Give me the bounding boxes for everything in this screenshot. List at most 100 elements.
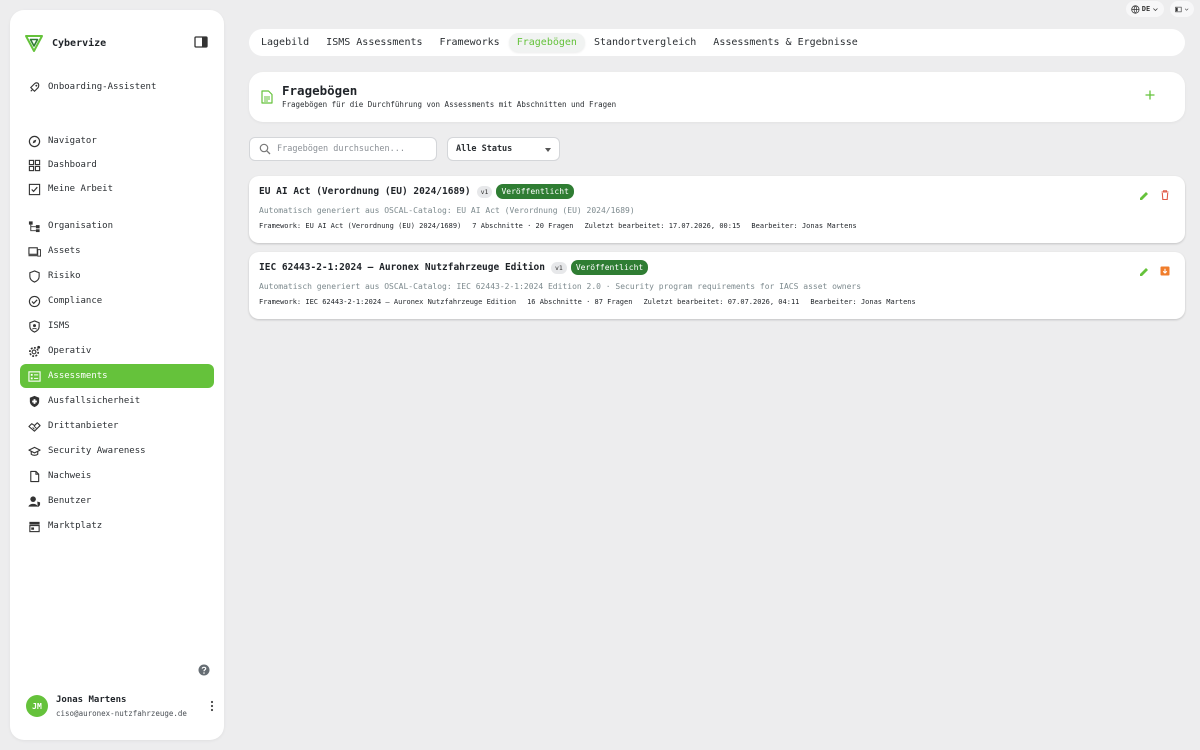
- sidebar-item-label: Risiko: [48, 271, 81, 281]
- language-switcher[interactable]: DE: [1126, 1, 1164, 17]
- add-questionnaire-icon[interactable]: [1143, 88, 1157, 102]
- sidebar-item-onboarding[interactable]: Onboarding-Assistent: [20, 75, 214, 99]
- panel-icon: [1175, 6, 1182, 12]
- chevron-down-icon: [545, 148, 551, 152]
- questionnaire-title: EU AI Act (Verordnung (EU) 2024/1689): [259, 186, 471, 197]
- chevron-down-icon: [1153, 7, 1158, 11]
- sidebar-item-label: Dashboard: [48, 160, 97, 170]
- sidebar: Cybervize Onboarding-Assistent Navigator…: [10, 10, 224, 740]
- chevron-down-icon: [1184, 8, 1189, 11]
- questionnaire-description: Automatisch generiert aus OSCAL-Catalog:…: [259, 206, 635, 215]
- user-profile[interactable]: JM Jonas Martens ciso@auronex-nutzfahrze…: [26, 690, 216, 722]
- page-subtitle: Fragebögen für die Durchführung von Asse…: [282, 100, 617, 109]
- document-icon: [261, 90, 273, 104]
- tab-bar: Lagebild ISMS Assessments Frameworks Fra…: [249, 29, 1185, 56]
- more-vertical-icon[interactable]: [210, 699, 214, 713]
- globe-icon: [1131, 4, 1140, 14]
- questionnaire-meta: Framework: EU AI Act (Verordnung (EU) 20…: [259, 222, 868, 230]
- section-question-count: 16 Abschnitte · 87 Fragen: [527, 298, 633, 306]
- sidebar-item-compliance[interactable]: Compliance: [20, 289, 214, 313]
- user-shield-icon: [28, 495, 41, 507]
- sidebar-item-label: Benutzer: [48, 496, 92, 506]
- sidebar-item-meine-arbeit[interactable]: Meine Arbeit: [20, 177, 214, 201]
- sidebar-item-drittanbieter[interactable]: Drittanbieter: [20, 414, 214, 438]
- shield-filled-icon: [29, 395, 40, 407]
- panel-switcher[interactable]: [1170, 1, 1194, 17]
- questionnaire-description: Automatisch generiert aus OSCAL-Catalog:…: [259, 282, 862, 291]
- sidebar-item-label: Nachweis: [48, 471, 92, 481]
- sidebar-item-label: Organisation: [48, 221, 114, 231]
- questionnaire-meta: Framework: IEC 62443-2-1:2024 — Auronex …: [259, 298, 927, 306]
- last-edited: Zuletzt bearbeitet: 17.07.2026, 00:15: [584, 222, 741, 230]
- sidebar-item-label: Onboarding-Assistent: [48, 82, 157, 92]
- gear-icon: [29, 345, 41, 357]
- user-email: ciso@auronex-nutzfahrzeuge.de: [56, 708, 187, 718]
- questionnaire-title: IEC 62443-2-1:2024 — Auronex Nutzfahrzeu…: [259, 262, 545, 273]
- sidebar-item-label: Navigator: [48, 136, 97, 146]
- tab-assessments-ergebnisse[interactable]: Assessments & Ergebnisse: [705, 33, 866, 52]
- framework-label: Framework: EU AI Act (Verordnung (EU) 20…: [259, 222, 462, 230]
- sidebar-item-benutzer[interactable]: Benutzer: [20, 489, 214, 513]
- status-badge: Veröffentlicht: [496, 184, 574, 199]
- sidebar-item-label: ISMS: [48, 321, 70, 331]
- shield-outline-icon: [29, 269, 40, 283]
- edit-icon[interactable]: [1138, 266, 1150, 278]
- page-header: Fragebögen Fragebögen für die Durchführu…: [249, 72, 1185, 122]
- grid-icon: [28, 159, 41, 171]
- sidebar-item-marktplatz[interactable]: Marktplatz: [20, 514, 214, 538]
- status-badge: Veröffentlicht: [570, 260, 649, 275]
- sidebar-item-navigator[interactable]: Navigator: [20, 129, 214, 153]
- tab-standortvergleich[interactable]: Standortvergleich: [586, 33, 704, 52]
- sidebar-item-label: Compliance: [48, 296, 103, 306]
- editor: Bearbeiter: Jonas Martens: [810, 298, 916, 306]
- help-icon[interactable]: [198, 664, 210, 676]
- sidebar-item-isms[interactable]: ISMS: [20, 314, 214, 338]
- sidebar-item-organisation[interactable]: Organisation: [20, 214, 214, 238]
- sidebar-item-label: Assessments: [48, 371, 108, 381]
- shield-user-icon: [29, 319, 40, 333]
- file-icon: [30, 470, 40, 482]
- sidebar-item-operativ[interactable]: Operativ: [20, 339, 214, 363]
- checkbox-icon: [28, 183, 41, 195]
- org-chart-icon: [28, 220, 40, 232]
- sidebar-collapse-icon[interactable]: [194, 36, 208, 48]
- sidebar-item-security-awareness[interactable]: Security Awareness: [20, 439, 214, 463]
- sidebar-item-assets[interactable]: Assets: [20, 239, 214, 263]
- framework-label: Framework: IEC 62443-2-1:2024 — Auronex …: [259, 298, 517, 306]
- page-title: Fragebögen: [282, 83, 358, 98]
- search-icon: [259, 143, 271, 155]
- verified-check-icon: [28, 295, 41, 307]
- store-icon: [29, 521, 40, 532]
- devices-icon: [28, 246, 41, 257]
- brand[interactable]: Cybervize: [24, 32, 106, 54]
- sidebar-item-risiko[interactable]: Risiko: [20, 264, 214, 288]
- search-input[interactable]: [277, 144, 427, 154]
- compass-icon: [28, 135, 41, 147]
- sidebar-item-label: Operativ: [48, 346, 92, 356]
- sidebar-item-assessments[interactable]: Assessments: [20, 364, 214, 388]
- section-question-count: 7 Abschnitte · 20 Fragen: [472, 222, 574, 230]
- graduation-cap-icon: [28, 446, 41, 456]
- search-field[interactable]: [249, 137, 437, 161]
- sidebar-item-label: Marktplatz: [48, 521, 103, 531]
- status-select[interactable]: Alle Status: [447, 137, 560, 161]
- sidebar-item-ausfallsicherheit[interactable]: Ausfallsicherheit: [20, 389, 214, 413]
- brand-name: Cybervize: [52, 37, 107, 49]
- trash-icon[interactable]: [1159, 189, 1171, 201]
- tab-frameworks[interactable]: Frameworks: [432, 33, 508, 52]
- questionnaire-card[interactable]: EU AI Act (Verordnung (EU) 2024/1689) v1…: [249, 176, 1185, 243]
- tab-isms-assessments[interactable]: ISMS Assessments: [318, 33, 430, 52]
- questionnaire-card[interactable]: IEC 62443-2-1:2024 — Auronex Nutzfahrzeu…: [249, 252, 1185, 319]
- sidebar-item-label: Security Awareness: [48, 446, 146, 456]
- rocket-icon: [29, 81, 40, 92]
- edit-icon[interactable]: [1138, 190, 1150, 202]
- tab-frageboegen[interactable]: Fragebögen: [508, 33, 585, 52]
- sidebar-item-label: Assets: [48, 246, 81, 256]
- sidebar-item-nachweis[interactable]: Nachweis: [20, 464, 214, 488]
- version-badge: v1: [476, 185, 493, 198]
- handshake-icon: [28, 421, 41, 432]
- sidebar-item-label: Ausfallsicherheit: [48, 396, 141, 406]
- archive-icon[interactable]: [1159, 265, 1171, 277]
- sidebar-item-dashboard[interactable]: Dashboard: [20, 153, 214, 177]
- tab-lagebild[interactable]: Lagebild: [253, 33, 317, 52]
